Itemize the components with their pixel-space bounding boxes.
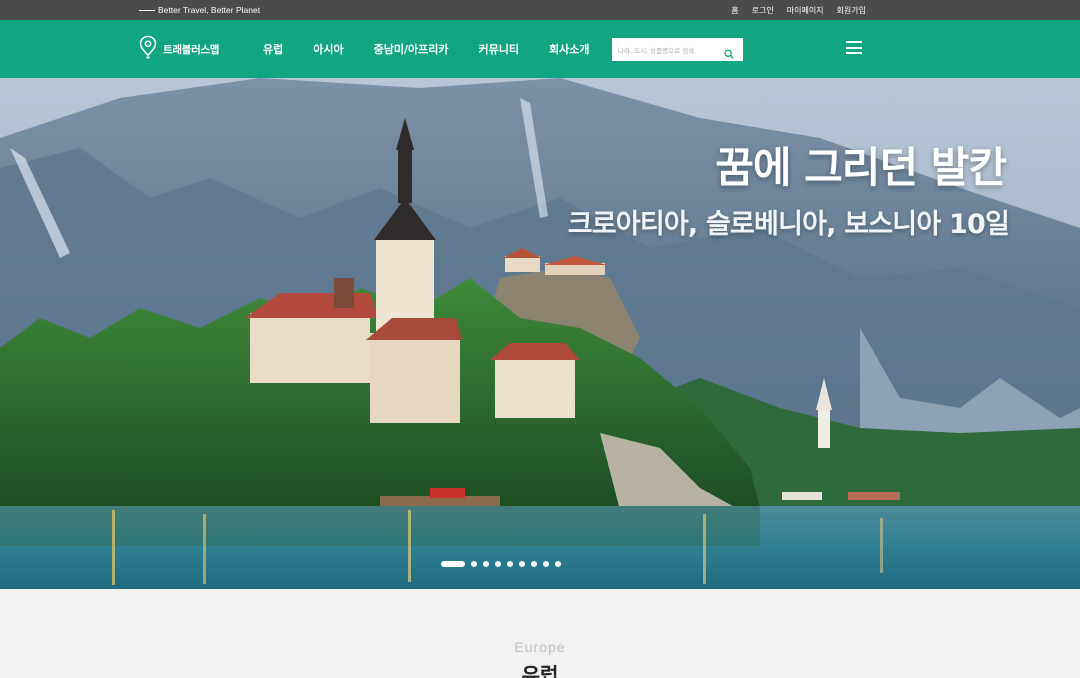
slider-pagination bbox=[441, 561, 561, 567]
main-menu: 유럽 아시아 중남미/아프리카 커뮤니티 회사소개 bbox=[263, 20, 619, 78]
home-link[interactable]: 홈 bbox=[731, 5, 738, 16]
menu-asia[interactable]: 아시아 bbox=[313, 41, 343, 57]
menu-community[interactable]: 커뮤니티 bbox=[478, 41, 518, 57]
hero-slider: 꿈에 그리던 발칸 크로아티아, 슬로베니아, 보스니아 10일 bbox=[0, 78, 1080, 589]
login-link[interactable]: 로그인 bbox=[752, 5, 774, 16]
slider-dot[interactable] bbox=[543, 561, 549, 567]
logo-text: 트래블러스맵 bbox=[163, 43, 220, 56]
slider-dot[interactable] bbox=[483, 561, 489, 567]
slider-dot-active[interactable] bbox=[441, 561, 465, 567]
section-title-ko: 유럽 bbox=[521, 663, 559, 678]
search-input[interactable] bbox=[612, 39, 720, 63]
tagline: Better Travel, Better Planet bbox=[139, 0, 260, 20]
slider-dot[interactable] bbox=[471, 561, 477, 567]
hamburger-menu-icon[interactable] bbox=[846, 41, 862, 54]
menu-latam-africa[interactable]: 중남미/아프리카 bbox=[374, 41, 449, 57]
utility-links: 홈 로그인 마이페이지 회원가입 bbox=[731, 0, 866, 20]
menu-company[interactable]: 회사소개 bbox=[549, 41, 589, 57]
slider-dot[interactable] bbox=[495, 561, 501, 567]
hero-subtitle: 크로아티아, 슬로베니아, 보스니아 10일 bbox=[567, 209, 1010, 240]
hero-title: 꿈에 그리던 발칸 bbox=[715, 143, 1007, 192]
tagline-dash bbox=[139, 9, 155, 11]
search-box bbox=[612, 38, 743, 63]
menu-europe[interactable]: 유럽 bbox=[263, 41, 283, 57]
europe-section: Europe 유럽 bbox=[0, 589, 1080, 678]
site-logo[interactable]: 트래블러스맵 bbox=[139, 35, 219, 63]
slider-dot[interactable] bbox=[555, 561, 561, 567]
slider-dot[interactable] bbox=[531, 561, 537, 567]
map-pin-icon bbox=[139, 35, 157, 63]
signup-link[interactable]: 회원가입 bbox=[837, 5, 866, 16]
section-title-en: Europe bbox=[514, 639, 566, 655]
slider-dot[interactable] bbox=[507, 561, 513, 567]
slider-dot[interactable] bbox=[519, 561, 525, 567]
tagline-text: Better Travel, Better Planet bbox=[158, 5, 261, 15]
top-utility-bar: Better Travel, Better Planet 홈 로그인 마이페이지… bbox=[0, 0, 1080, 20]
main-navigation: 트래블러스맵 유럽 아시아 중남미/아프리카 커뮤니티 회사소개 bbox=[0, 20, 1080, 78]
search-icon[interactable] bbox=[724, 44, 734, 63]
mypage-link[interactable]: 마이페이지 bbox=[787, 5, 824, 16]
